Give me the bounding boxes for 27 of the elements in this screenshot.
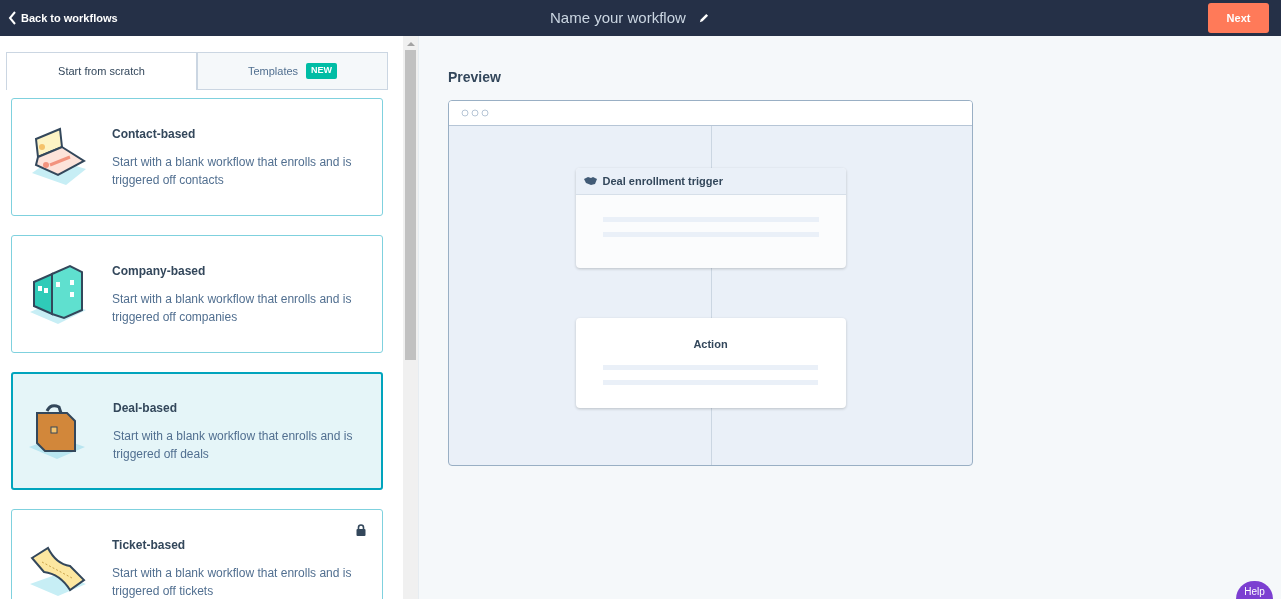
action-title: Action	[693, 337, 728, 352]
workflow-type-card[interactable]: Company-based Start with a blank workflow that enrolls and is triggered off companies	[11, 235, 383, 353]
window-dots-icon	[461, 109, 490, 117]
card-title: Company-based	[112, 263, 207, 280]
card-title: Ticket-based	[112, 537, 187, 554]
new-badge: NEW	[306, 63, 338, 79]
workflow-type-card[interactable]: Ticket-based Start with a blank workflow that enrolls and is triggered off tickets	[11, 509, 383, 599]
card-description: Start with a blank workflow that enrolls and is triggered off companies	[112, 291, 353, 326]
trigger-title: Deal enrollment trigger	[602, 173, 723, 189]
help-button[interactable]: Help	[1236, 581, 1273, 599]
card-description: Start with a blank workflow that enrolls and is triggered off deals	[113, 428, 354, 463]
scroll-thumb[interactable]	[405, 50, 416, 360]
lock-icon	[356, 524, 366, 536]
scrollbar[interactable]	[403, 36, 418, 599]
workflow-type-card[interactable]: Deal-based Start with a blank workflow that enrolls and is triggered off deals	[11, 372, 383, 490]
workflow-type-card[interactable]: Contact-based Start with a blank workflow that enrolls and is triggered off contacts	[11, 98, 383, 216]
card-description: Start with a blank workflow that enrolls and is triggered off tickets	[112, 565, 353, 599]
card-description: Start with a blank workflow that enrolls and is triggered off contacts	[112, 154, 353, 189]
preview-heading: Preview	[448, 68, 502, 87]
card-title: Contact-based	[112, 126, 197, 143]
back-link[interactable]: Back to workflows	[8, 9, 118, 27]
tab[interactable]: Templates NEW	[197, 52, 388, 90]
tab[interactable]: Start from scratch	[6, 52, 197, 90]
workflow-name[interactable]: Name your workflow	[550, 6, 686, 30]
card-title: Deal-based	[113, 400, 179, 417]
back-chevron-icon	[8, 11, 17, 25]
pencil-icon[interactable]	[697, 12, 709, 24]
